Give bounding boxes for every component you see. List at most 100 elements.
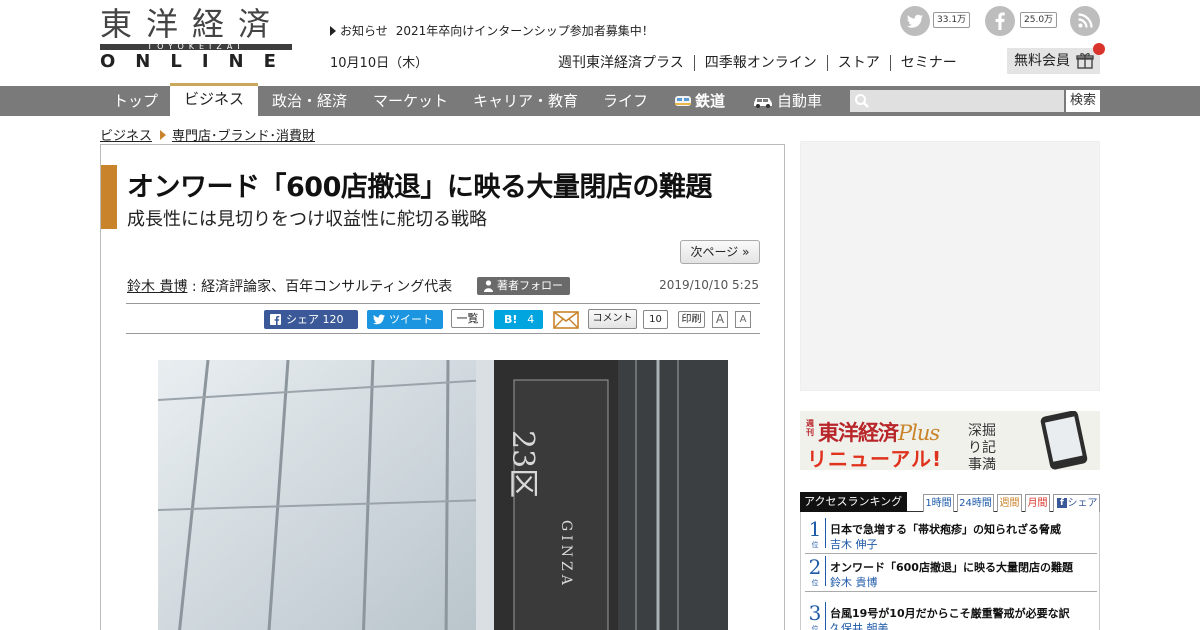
nav-career[interactable]: キャリア・教育 [473, 86, 578, 116]
banner-weekly: 週刊 [806, 419, 814, 437]
ranking-header: アクセスランキング 1時間 24時間 週間 月間 f シェア [800, 492, 1100, 512]
rank-author[interactable]: 吉木 伸子 [830, 536, 878, 552]
hatena-icon: B! [504, 313, 518, 326]
rank-number: 3 [808, 601, 822, 625]
ranking-tab-monthly[interactable]: 月間 [1025, 494, 1050, 512]
nav-life[interactable]: ライフ [603, 86, 648, 116]
current-date: 10月10日（木） [330, 56, 429, 71]
rank-author[interactable]: 鈴木 貴博 [830, 574, 878, 590]
follow-author-button[interactable]: 著者フォロー [477, 277, 570, 295]
breadcrumb: ビジネス 専門店･ブランド･消費財 [100, 125, 315, 144]
article-photo: 23区 GINZA [158, 360, 728, 630]
follow-author-label: 著者フォロー [497, 279, 563, 292]
banner-tagline: 深掘り記事満載 [968, 423, 996, 470]
nav-car[interactable]: 自動車 [752, 86, 822, 116]
triangle-right-icon [330, 26, 336, 36]
author-name[interactable]: 鈴木 貴博 [127, 279, 187, 295]
search-input[interactable] [850, 90, 1064, 112]
rank-separator [825, 556, 826, 586]
facebook-icon: f [1057, 498, 1067, 508]
notice-label: お知らせ [340, 24, 388, 38]
article-subtitle: 成長性には見切りをつけ収益性に舵切る戦略 [127, 209, 487, 230]
facebook-icon [995, 12, 1005, 30]
access-ranking: アクセスランキング 1時間 24時間 週間 月間 f シェア 1 位 日本で急増… [800, 492, 1100, 630]
banner-plus: Plus [898, 421, 940, 445]
banner-title-text: 東洋経済 [818, 421, 899, 445]
notice-text: 2021年卒向けインターンシップ参加者募集中！ [395, 24, 654, 38]
hatena-bookmark-button[interactable]: B! 4 [494, 310, 543, 329]
link-shikiho[interactable]: 四季報オンライン [693, 55, 827, 71]
print-button[interactable]: 印刷 [678, 311, 705, 328]
ranking-item-2[interactable]: 2 位 オンワード「600店撤退」に映る大量閉店の難題 鈴木 貴博 [805, 556, 1097, 592]
comment-button[interactable]: コメント [588, 309, 637, 329]
ranking-item-3[interactable]: 3 位 台風19号が10月だからこそ厳重警戒が必要な訳 久保井 朝美 [805, 602, 1097, 630]
search-icon [855, 94, 869, 108]
rank-number: 2 [808, 555, 822, 579]
link-store[interactable]: ストア [826, 55, 890, 71]
ranking-tab-weekly[interactable]: 週間 [997, 494, 1022, 512]
ad-placeholder [800, 141, 1100, 391]
breadcrumb-business[interactable]: ビジネス [100, 129, 152, 144]
chevron-right-icon [160, 130, 167, 140]
twitter-count: 33.1万 [933, 12, 971, 28]
free-member-button[interactable]: 無料会員 [1007, 48, 1100, 74]
ranking-list: 1 位 日本で急増する「帯状疱疹」の知られざる脅威 吉木 伸子 2 位 オンワー… [800, 512, 1100, 630]
rank-title: 日本で急増する「帯状疱疹」の知られざる脅威 [830, 523, 1061, 536]
font-small-button[interactable]: A [735, 311, 751, 328]
breadcrumb-category[interactable]: 専門店･ブランド･消費財 [172, 129, 315, 144]
link-seminar[interactable]: セミナー [889, 55, 967, 71]
tweet-list-button[interactable]: 一覧 [451, 309, 484, 328]
divider [126, 333, 760, 334]
tweet-label: ツイート [389, 313, 433, 326]
comment-count: 10 [643, 310, 668, 329]
search-button[interactable]: 検索 [1066, 90, 1100, 112]
facebook-icon [270, 314, 281, 325]
logo-online-text: ONLINE [100, 51, 296, 72]
nav-market[interactable]: マーケット [373, 86, 448, 116]
facebook-share-label: シェア 120 [286, 313, 344, 326]
nav-railway-label: 鉄道 [695, 92, 726, 110]
ranking-tab-24h[interactable]: 24時間 [957, 494, 994, 512]
notice[interactable]: お知らせ 2021年卒向けインターンシップ参加者募集中！ [330, 22, 654, 39]
rss-feed[interactable] [1070, 6, 1100, 36]
ranking-tab-share[interactable]: f シェア [1053, 494, 1100, 512]
nav-business[interactable]: ビジネス [170, 83, 258, 116]
author-line: 鈴木 貴博 : 経済評論家、百年コンサルティング代表 [127, 276, 452, 296]
nav-top[interactable]: トップ [113, 86, 158, 116]
font-large-button[interactable]: A [712, 311, 728, 328]
ranking-title: アクセスランキング [800, 492, 907, 512]
rss-icon [1078, 13, 1093, 28]
nav-politics[interactable]: 政治・経済 [272, 86, 347, 116]
photo-sign-sub: GINZA [558, 520, 574, 589]
ranking-item-1[interactable]: 1 位 日本で急増する「帯状疱疹」の知られざる脅威 吉木 伸子 [805, 518, 1097, 554]
facebook-follow[interactable] [985, 6, 1015, 36]
divider [126, 303, 760, 304]
rank-number: 1 [808, 517, 822, 541]
facebook-share-button[interactable]: シェア 120 [264, 310, 358, 329]
rank-title: オンワード「600店撤退」に映る大量閉店の難題 [830, 561, 1073, 574]
rank-suffix: 位 [811, 541, 819, 549]
phone-icon [1039, 411, 1089, 470]
main-nav: トップ ビジネス 政治・経済 マーケット キャリア・教育 ライフ 鉄道 自動車 … [0, 83, 1200, 116]
twitter-follow[interactable] [900, 6, 930, 36]
weekly-plus-banner[interactable]: 週刊 東洋経済Plus リニューアル! 深掘り記事満載 [800, 411, 1100, 470]
link-weekly-plus[interactable]: 週刊東洋経済プラス [548, 55, 694, 71]
logo-main-text: 東洋経済 [100, 5, 285, 43]
publish-date: 2019/10/10 5:25 [659, 278, 759, 292]
rank-author[interactable]: 久保井 朝美 [830, 620, 889, 630]
article-panel: オンワード「600店撤退」に映る大量閉店の難題 成長性には見切りをつけ収益性に舵… [100, 144, 785, 630]
ranking-tab-1h[interactable]: 1時間 [923, 494, 954, 512]
ranking-tab-share-label: シェア [1067, 498, 1098, 509]
author-description: : 経済評論家、百年コンサルティング代表 [187, 279, 453, 295]
tweet-button[interactable]: ツイート [367, 310, 443, 329]
nav-railway[interactable]: 鉄道 [674, 86, 725, 116]
header-links: 週刊東洋経済プラス 四季報オンライン ストア セミナー [548, 52, 967, 72]
site-logo[interactable]: 東洋経済 TOYOKEIZAI ONLINE [100, 5, 292, 72]
next-page-button[interactable]: 次ページ » [680, 240, 760, 264]
rank-separator [825, 602, 826, 630]
train-icon [675, 96, 691, 106]
banner-renewal: リニューアル! [807, 447, 943, 470]
hatena-count: 4 [527, 313, 535, 326]
photo-sign-text: 23区 [505, 430, 540, 499]
mail-icon[interactable] [553, 311, 579, 329]
